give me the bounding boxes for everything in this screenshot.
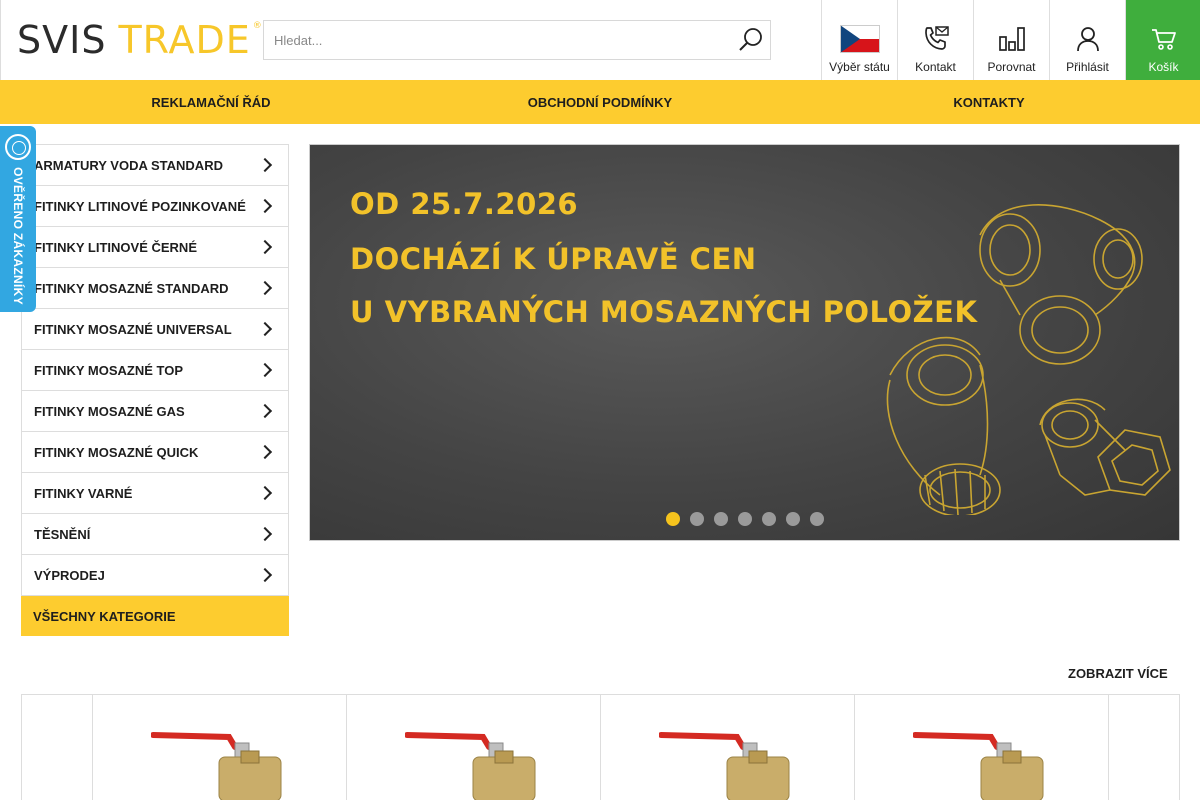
category-item[interactable]: FITINKY MOSAZNÉ STANDARD xyxy=(22,268,288,309)
compare-label: Porovnat xyxy=(987,60,1036,74)
category-label: FITINKY MOSAZNÉ STANDARD xyxy=(34,280,229,296)
compare-bars-icon xyxy=(998,27,1025,51)
logo[interactable]: SVIS TRADE ® xyxy=(17,18,263,62)
hero-banner[interactable]: OD 25.7.2026 DOCHÁZÍ K ÚPRAVĚ CEN U VYBR… xyxy=(309,144,1180,541)
category-list: ARMATURY VODA STANDARD FITINKY LITINOVÉ … xyxy=(21,144,289,596)
product-card-partial-left[interactable] xyxy=(21,695,93,800)
logo-text-trade: TRADE xyxy=(118,18,251,62)
chevron-right-icon xyxy=(257,280,273,296)
product-card-partial-right[interactable] xyxy=(1108,695,1180,800)
brass-fittings-illustration xyxy=(886,204,1171,515)
slider-dot-3[interactable] xyxy=(714,512,728,526)
category-item[interactable]: FITINKY LITINOVÉ ČERNÉ xyxy=(22,227,288,268)
chevron-right-icon xyxy=(257,444,273,460)
slider-dot-4[interactable] xyxy=(738,512,752,526)
product-card[interactable] xyxy=(854,695,1108,800)
product-card[interactable] xyxy=(600,695,854,800)
slider-dot-1[interactable] xyxy=(666,512,680,526)
menu-item-complaints[interactable]: REKLAMAČNÍ ŘÁD xyxy=(0,80,422,124)
ball-valve-product-image xyxy=(913,732,1044,800)
category-label: ARMATURY VODA STANDARD xyxy=(34,157,223,173)
logo-registered-mark: ® xyxy=(252,21,263,31)
slider-dot-7[interactable] xyxy=(810,512,824,526)
contact-label: Kontakt xyxy=(915,60,956,74)
country-select-label: Výběr státu xyxy=(829,60,890,74)
all-categories-button[interactable]: VŠECHNY KATEGORIE xyxy=(21,596,289,636)
search-icon xyxy=(739,28,762,51)
ball-valve-product-image xyxy=(151,732,282,800)
slider-dots xyxy=(666,512,824,526)
search-button[interactable] xyxy=(734,23,768,57)
category-item[interactable]: FITINKY MOSAZNÉ UNIVERSAL xyxy=(22,309,288,350)
login-label: Přihlásit xyxy=(1066,60,1109,74)
menu-item-contacts[interactable]: KONTAKTY xyxy=(778,80,1200,124)
category-item[interactable]: FITINKY LITINOVÉ POZINKOVANÉ xyxy=(22,186,288,227)
cart-button[interactable]: Košík xyxy=(1125,0,1200,80)
category-label: FITINKY LITINOVÉ POZINKOVANÉ xyxy=(34,198,246,214)
verified-by-customers-badge[interactable]: OVĚŘENO ZÁKAZNÍKY xyxy=(0,126,36,312)
site-header: SVIS TRADE ® Výběr státu xyxy=(0,0,1200,80)
czech-flag-icon xyxy=(839,25,880,53)
phone-mail-icon xyxy=(924,26,949,50)
category-label: VÝPRODEJ xyxy=(34,567,105,583)
search-input[interactable] xyxy=(264,21,724,59)
cart-icon xyxy=(1151,29,1176,50)
slider-dot-6[interactable] xyxy=(786,512,800,526)
chevron-right-icon xyxy=(257,157,273,173)
category-label: FITINKY MOSAZNÉ UNIVERSAL xyxy=(34,321,232,337)
ball-valve-product-image xyxy=(405,732,536,800)
user-icon xyxy=(1076,27,1099,52)
ball-valve-product-image xyxy=(659,732,790,800)
category-label: FITINKY MOSAZNÉ GAS xyxy=(34,403,185,419)
country-select-button[interactable]: Výběr státu xyxy=(821,0,897,80)
category-item[interactable]: FITINKY MOSAZNÉ QUICK xyxy=(22,432,288,473)
header-nav: Výběr státu Kontakt Porovnat Přihlásit K… xyxy=(821,0,1200,80)
banner-line-2: DOCHÁZÍ K ÚPRAVĚ CEN xyxy=(350,242,757,276)
product-card[interactable] xyxy=(92,695,346,800)
category-item[interactable]: FITINKY MOSAZNÉ TOP xyxy=(22,350,288,391)
main-menu: REKLAMAČNÍ ŘÁD OBCHODNÍ PODMÍNKY KONTAKT… xyxy=(0,80,1200,124)
slider-dot-2[interactable] xyxy=(690,512,704,526)
chevron-right-icon xyxy=(257,403,273,419)
category-label: FITINKY MOSAZNÉ QUICK xyxy=(34,444,199,460)
chevron-right-icon xyxy=(257,526,273,542)
login-button[interactable]: Přihlásit xyxy=(1049,0,1125,80)
category-label: FITINKY VARNÉ xyxy=(34,485,133,501)
category-item[interactable]: FITINKY VARNÉ xyxy=(22,473,288,514)
verified-seal-icon xyxy=(5,134,31,160)
compare-button[interactable]: Porovnat xyxy=(973,0,1049,80)
chevron-right-icon xyxy=(257,321,273,337)
verified-badge-label: OVĚŘENO ZÁKAZNÍKY xyxy=(11,167,25,305)
chevron-right-icon xyxy=(257,239,273,255)
category-item[interactable]: ARMATURY VODA STANDARD xyxy=(22,145,288,186)
category-item[interactable]: VÝPRODEJ xyxy=(22,555,288,596)
category-item[interactable]: TĚSNĚNÍ xyxy=(22,514,288,555)
product-card[interactable] xyxy=(346,695,600,800)
chevron-right-icon xyxy=(257,485,273,501)
category-label: FITINKY MOSAZNÉ TOP xyxy=(34,362,184,378)
contact-button[interactable]: Kontakt xyxy=(897,0,973,80)
chevron-right-icon xyxy=(257,198,273,214)
logo-text-svis: SVIS xyxy=(17,18,107,62)
chevron-right-icon xyxy=(257,362,273,378)
product-carousel xyxy=(21,694,1180,800)
show-more-link[interactable]: ZOBRAZIT VÍCE xyxy=(1068,666,1168,681)
slider-dot-5[interactable] xyxy=(762,512,776,526)
category-label: TĚSNĚNÍ xyxy=(34,526,91,542)
menu-item-terms[interactable]: OBCHODNÍ PODMÍNKY xyxy=(422,80,778,124)
cart-label: Košík xyxy=(1148,60,1179,74)
banner-line-date: OD 25.7.2026 xyxy=(350,187,579,221)
category-item[interactable]: FITINKY MOSAZNÉ GAS xyxy=(22,391,288,432)
chevron-right-icon xyxy=(257,567,273,583)
search-box xyxy=(263,20,771,60)
category-label: FITINKY LITINOVÉ ČERNÉ xyxy=(34,239,197,255)
